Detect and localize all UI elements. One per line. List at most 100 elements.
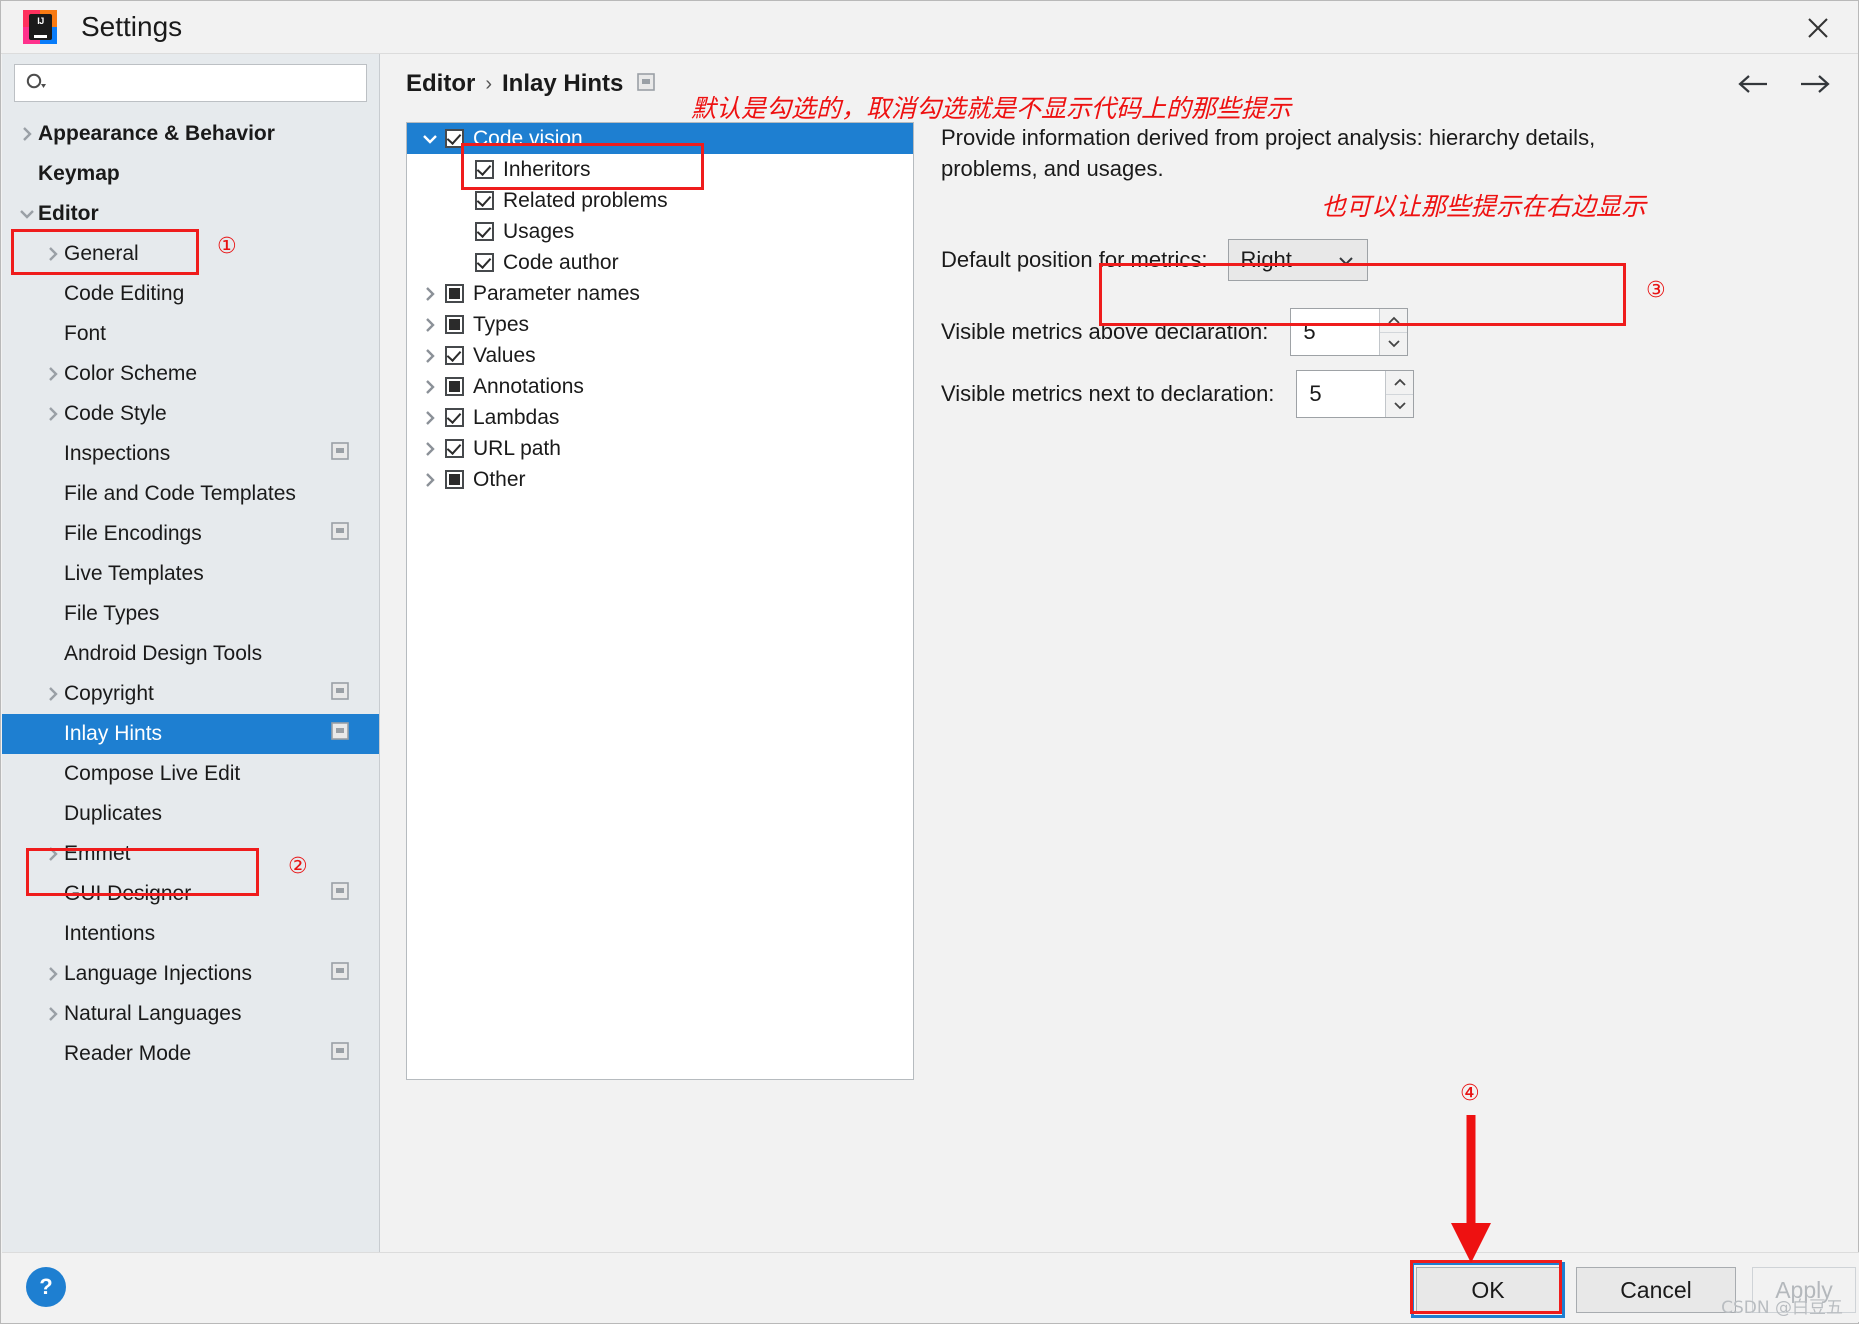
checkbox-types[interactable] — [445, 315, 464, 334]
sidebar-item-color-scheme[interactable]: Color Scheme — [2, 354, 379, 394]
hint-item-usages[interactable]: Usages — [407, 216, 913, 247]
hint-item-code-author[interactable]: Code author — [407, 247, 913, 278]
chevron-right-icon[interactable] — [415, 347, 445, 365]
sidebar-item-emmet[interactable]: Emmet — [2, 834, 379, 874]
visible-above-value[interactable]: 5 — [1291, 309, 1379, 355]
chevron-right-icon[interactable] — [42, 245, 64, 263]
arrow-left-icon[interactable] — [1736, 72, 1770, 101]
checkbox-other[interactable] — [445, 470, 464, 489]
chevron-right-icon[interactable] — [42, 365, 64, 383]
arrow-right-icon[interactable] — [1798, 72, 1832, 101]
sidebar-item-inspections[interactable]: Inspections — [2, 434, 379, 474]
sidebar-item-natural-languages[interactable]: Natural Languages — [2, 994, 379, 1034]
sidebar-item-label: Color Scheme — [64, 362, 198, 385]
hint-item-other[interactable]: Other — [407, 464, 913, 495]
settings-page-icon[interactable] — [331, 882, 349, 906]
stepper-up-icon[interactable] — [1380, 309, 1408, 333]
sidebar-item-keymap[interactable]: Keymap — [2, 154, 379, 194]
checkbox-values[interactable] — [445, 346, 464, 365]
checkbox-code-author[interactable] — [475, 253, 494, 272]
sidebar-item-file-types[interactable]: File Types — [2, 594, 379, 634]
visible-next-value[interactable]: 5 — [1297, 371, 1385, 417]
hint-item-lambdas[interactable]: Lambdas — [407, 402, 913, 433]
checkbox-inheritors[interactable] — [475, 160, 494, 179]
sidebar-item-label: Intentions — [64, 922, 156, 945]
sidebar-item-live-templates[interactable]: Live Templates — [2, 554, 379, 594]
chevron-right-icon[interactable] — [415, 409, 445, 427]
sidebar-item-duplicates[interactable]: Duplicates — [2, 794, 379, 834]
chevron-down-icon[interactable] — [16, 207, 38, 221]
sidebar-item-code-style[interactable]: Code Style — [2, 394, 379, 434]
default-position-label: Default position for metrics: — [941, 247, 1208, 272]
inlay-hints-tree: Code vision Inheritors Related problems Usa… — [406, 122, 914, 1080]
settings-page-icon[interactable] — [331, 522, 349, 546]
settings-page-icon[interactable] — [331, 962, 349, 986]
chevron-right-icon[interactable] — [16, 125, 38, 143]
chevron-right-icon[interactable] — [42, 685, 64, 703]
sidebar-item-compose-live-edit[interactable]: Compose Live Edit — [2, 754, 379, 794]
hint-item-annotations[interactable]: Annotations — [407, 371, 913, 402]
chevron-right-icon[interactable] — [42, 1005, 64, 1023]
visible-above-stepper[interactable]: 5 — [1290, 308, 1409, 356]
sidebar-item-code-editing[interactable]: Code Editing — [2, 274, 379, 314]
visible-next-stepper[interactable]: 5 — [1296, 370, 1415, 418]
sidebar-item-appearance-behavior[interactable]: Appearance & Behavior — [2, 114, 379, 154]
checkbox-url-path[interactable] — [445, 439, 464, 458]
chevron-right-icon[interactable] — [415, 440, 445, 458]
hint-item-parameter-names[interactable]: Parameter names — [407, 278, 913, 309]
settings-page-icon[interactable] — [331, 1042, 349, 1066]
hint-item-values[interactable]: Values — [407, 340, 913, 371]
sidebar-item-copyright[interactable]: Copyright — [2, 674, 379, 714]
chevron-right-icon[interactable] — [42, 965, 64, 983]
settings-page-icon[interactable] — [331, 442, 349, 466]
ok-button[interactable]: OK — [1416, 1267, 1560, 1313]
checkbox-code-vision[interactable] — [445, 129, 464, 148]
sidebar-item-inlay-hints[interactable]: Inlay Hints — [2, 714, 379, 754]
sidebar-item-intentions[interactable]: Intentions — [2, 914, 379, 954]
sidebar-item-font[interactable]: Font — [2, 314, 379, 354]
close-icon[interactable] — [1796, 9, 1840, 47]
checkbox-usages[interactable] — [475, 222, 494, 241]
help-button[interactable]: ? — [26, 1267, 66, 1307]
settings-page-icon[interactable] — [331, 682, 349, 706]
sidebar-item-editor[interactable]: Editor — [2, 194, 379, 234]
settings-sidebar: Appearance & Behavior Keymap Editor General… — [2, 54, 380, 1254]
sidebar-item-label: Language Injections — [64, 962, 252, 985]
sidebar-item-gui-designer[interactable]: GUI Designer — [2, 874, 379, 914]
sidebar-item-file-and-code-templates[interactable]: File and Code Templates — [2, 474, 379, 514]
stepper-down-icon[interactable] — [1386, 394, 1414, 417]
chevron-right-icon[interactable] — [415, 285, 445, 303]
stepper-down-icon[interactable] — [1380, 332, 1408, 355]
hint-item-inheritors[interactable]: Inheritors — [407, 154, 913, 185]
chevron-right-icon[interactable] — [42, 845, 64, 863]
sidebar-item-file-encodings[interactable]: File Encodings — [2, 514, 379, 554]
search-field[interactable] — [14, 64, 367, 102]
detail-description: Provide information derived from project… — [941, 125, 1596, 181]
breadcrumb-root[interactable]: Editor — [406, 70, 475, 98]
stepper-up-icon[interactable] — [1386, 371, 1414, 395]
hint-item-url-path[interactable]: URL path — [407, 433, 913, 464]
hint-item-code-vision[interactable]: Code vision — [407, 123, 913, 154]
settings-page-icon[interactable] — [637, 70, 656, 98]
chevron-down-icon[interactable] — [415, 132, 445, 146]
chevron-right-icon[interactable] — [415, 471, 445, 489]
hint-item-related-problems[interactable]: Related problems — [407, 185, 913, 216]
sidebar-item-android-design-tools[interactable]: Android Design Tools — [2, 634, 379, 674]
checkbox-parameter-names[interactable] — [445, 284, 464, 303]
checkbox-annotations[interactable] — [445, 377, 464, 396]
sidebar-item-general[interactable]: General — [2, 234, 379, 274]
default-position-select[interactable]: Right — [1227, 239, 1368, 281]
chevron-right-icon[interactable] — [42, 405, 64, 423]
sidebar-item-label: Copyright — [64, 682, 154, 705]
sidebar-item-reader-mode[interactable]: Reader Mode — [2, 1034, 379, 1074]
breadcrumb-current: Inlay Hints — [502, 70, 624, 97]
checkbox-lambdas[interactable] — [445, 408, 464, 427]
cancel-button[interactable]: Cancel — [1576, 1267, 1736, 1313]
settings-page-icon[interactable] — [331, 722, 349, 746]
chevron-right-icon[interactable] — [415, 316, 445, 334]
checkbox-related-problems[interactable] — [475, 191, 494, 210]
hint-item-types[interactable]: Types — [407, 309, 913, 340]
search-input[interactable] — [47, 65, 366, 101]
chevron-right-icon[interactable] — [415, 378, 445, 396]
sidebar-item-language-injections[interactable]: Language Injections — [2, 954, 379, 994]
